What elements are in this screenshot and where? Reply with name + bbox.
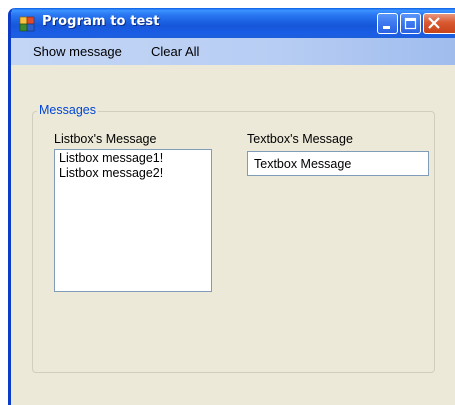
listbox-label: Listbox's Message bbox=[54, 132, 157, 146]
close-button[interactable] bbox=[423, 13, 455, 34]
message-textbox[interactable] bbox=[247, 151, 429, 176]
title-bar[interactable]: Program to test bbox=[11, 8, 455, 38]
maximize-icon bbox=[404, 17, 417, 30]
close-icon bbox=[428, 17, 440, 29]
menu-bar: Show message Clear All bbox=[11, 38, 455, 65]
textbox-label: Textbox's Message bbox=[247, 132, 353, 146]
menu-clear-all[interactable]: Clear All bbox=[151, 44, 199, 59]
app-window-icon[interactable] bbox=[19, 16, 35, 32]
list-item[interactable]: Listbox message2! bbox=[59, 166, 207, 181]
minimize-button[interactable] bbox=[377, 13, 398, 34]
minimize-icon bbox=[383, 26, 390, 29]
menu-show-message[interactable]: Show message bbox=[33, 44, 122, 59]
window-title: Program to test bbox=[42, 14, 160, 29]
list-item[interactable]: Listbox message1! bbox=[59, 151, 207, 166]
messages-group-title: Messages bbox=[37, 103, 98, 117]
maximize-button[interactable] bbox=[400, 13, 421, 34]
messages-listbox[interactable]: Listbox message1! Listbox message2! bbox=[54, 149, 212, 292]
main-window: Program to test Show message Clear All M… bbox=[8, 8, 455, 405]
